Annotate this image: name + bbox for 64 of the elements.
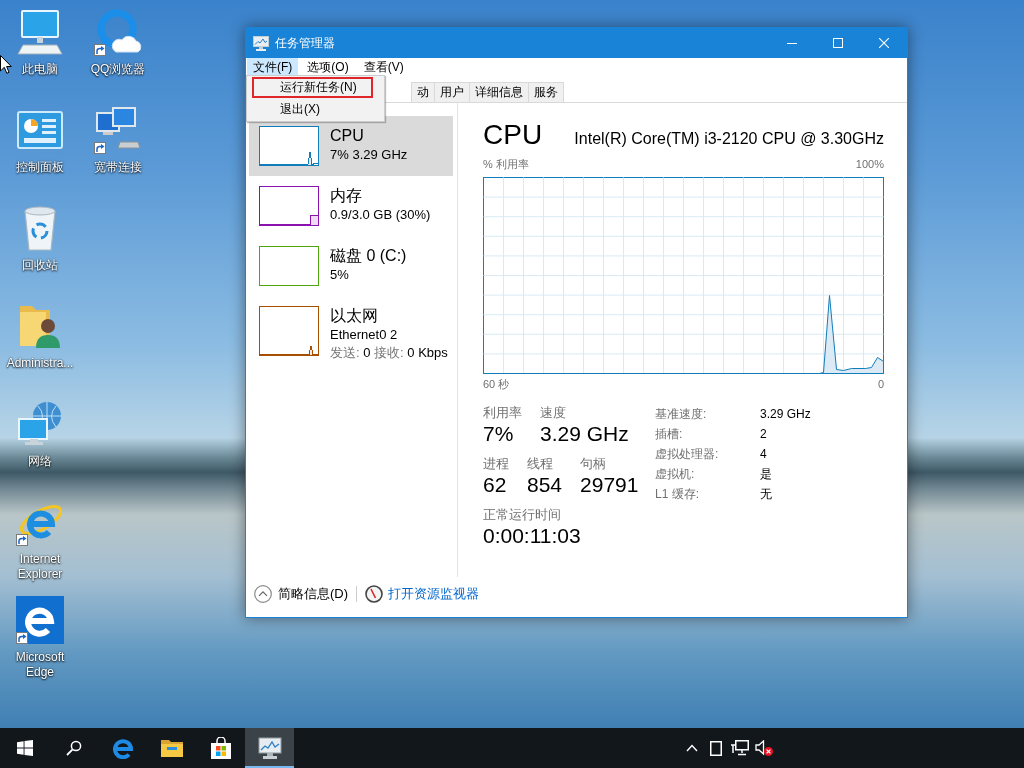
minimize-icon (787, 42, 797, 44)
tab[interactable]: 用户 (434, 82, 470, 102)
desktop-shortcut[interactable]: 网络 (1, 396, 79, 469)
sidebar-item[interactable]: CPU 7% 3.29 GHz (249, 116, 453, 176)
spec-value: 4 (760, 446, 767, 463)
monitor-chart-icon (257, 737, 282, 759)
spec-value: 3.29 GHz (760, 406, 811, 423)
four-panes-icon (16, 740, 33, 756)
stat-value: 7% (483, 421, 514, 447)
stat-label: 线程 (527, 455, 553, 472)
mouse-pointer-icon (0, 55, 12, 74)
sidebar-item[interactable]: 内存 0.9/3.0 GB (30%) (249, 176, 453, 236)
spec-label: L1 缓存: (655, 486, 699, 503)
stat-label: 句柄 (580, 455, 607, 472)
letter-e-tile-icon (16, 596, 64, 644)
menu-item[interactable]: 运行新任务(N) (252, 77, 373, 98)
stat-value: 29791 (580, 472, 639, 498)
window-title: 任务管理器 (275, 34, 335, 52)
stat-value: 62 (483, 472, 507, 498)
spec-value: 无 (760, 486, 772, 503)
letter-e-icon (111, 737, 134, 759)
stat-label: 速度 (540, 404, 566, 421)
sidebar-item[interactable]: 以太网 Ethernet0 2 发送: 0 接收: 0 Kbps (249, 296, 453, 372)
chevron-up-circle-icon (254, 585, 272, 603)
spec-value: 是 (760, 466, 772, 483)
maximize-icon (833, 38, 843, 48)
network-monitor-icon[interactable] (731, 740, 749, 756)
taskbar-app-button[interactable] (245, 728, 294, 768)
stat-value: 854 (527, 472, 563, 498)
time-label: 0 (877, 377, 884, 391)
shopping-bag-icon (209, 737, 232, 759)
tab[interactable]: 详细信息 (469, 82, 529, 102)
tab[interactable]: 动 (411, 82, 435, 102)
stat-label: 进程 (483, 455, 509, 472)
spec-label: 插槽: (655, 426, 683, 443)
close-icon (879, 38, 889, 48)
processor-model: Intel(R) Core(TM) i3-2120 CPU @ 3.30GHz (574, 130, 884, 148)
monitor-icon (16, 8, 64, 56)
resource-monitor-link[interactable]: 打开资源监视器 (388, 585, 480, 603)
sidebar-item[interactable]: 磁盘 0 (C:) 5% (249, 236, 453, 296)
speaker-error-icon[interactable] (755, 740, 773, 756)
tab[interactable]: 服务 (528, 82, 564, 102)
stat-label: 利用率 (483, 404, 522, 421)
tablet-icon[interactable] (710, 740, 722, 756)
stat-value: 3.29 GHz (540, 421, 629, 447)
monitor-chart-icon (253, 35, 269, 51)
time-label: 60 秒 (483, 377, 510, 391)
folder-icon (160, 739, 183, 757)
stat-value: 0:00:11:03 (483, 523, 581, 549)
menu-item[interactable]: 选项(O) (301, 58, 355, 77)
device-title: CPU (483, 119, 543, 151)
globe-monitor-icon (16, 400, 64, 448)
graph-caption: % 利用率 (483, 157, 529, 171)
search-icon (65, 740, 82, 756)
fewer-details-button[interactable]: 简略信息(D) (254, 585, 349, 603)
menu-item[interactable]: 查看(V) (357, 58, 410, 77)
spec-label: 虚拟机: (655, 466, 695, 483)
spec-label: 虚拟处理器: (655, 446, 719, 463)
spec-label: 基准速度: (655, 406, 707, 423)
chevron-up-icon[interactable] (686, 744, 698, 752)
gauge-icon[interactable] (365, 585, 384, 603)
scale-label: 100% (855, 157, 884, 171)
stat-label: 正常运行时间 (483, 506, 561, 523)
spec-value: 2 (760, 426, 767, 443)
